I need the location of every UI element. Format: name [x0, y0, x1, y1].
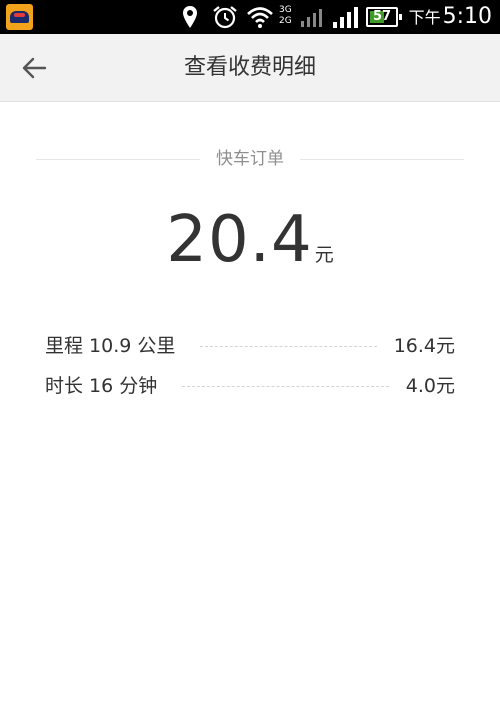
- header-bar: 查看收费明细: [0, 34, 500, 102]
- total-unit: 元: [314, 244, 334, 266]
- fee-amount: 16.4元: [393, 335, 455, 357]
- total-amount: 20.4: [166, 203, 313, 277]
- signal-icon: [333, 7, 358, 28]
- fee-row-distance: 里程 10.9 公里 16.4元: [45, 331, 455, 361]
- order-type-divider: 快车订单: [36, 148, 464, 170]
- fee-row-duration: 时长 16 分钟 4.0元: [45, 371, 455, 401]
- battery-icon: 57: [366, 7, 402, 27]
- total-price: 20.4 元: [0, 200, 500, 280]
- app-icon: [6, 4, 33, 30]
- page-title: 查看收费明细: [183, 55, 316, 80]
- alarm-icon: [213, 6, 237, 29]
- location-icon: [183, 6, 197, 28]
- wifi-icon: [247, 7, 273, 28]
- clock: 下午5:10: [408, 4, 492, 29]
- status-bar: 3G 2G 57 下午5:10: [0, 0, 500, 34]
- divider-line-right: [300, 159, 464, 160]
- fee-name: 时长 16 分钟: [45, 375, 158, 397]
- dual-signal-icon: [301, 9, 322, 27]
- fee-amount: 4.0元: [405, 375, 455, 397]
- dotted-leader: [200, 346, 377, 347]
- network-type: 3G 2G: [279, 5, 292, 26]
- fee-name: 里程 10.9 公里: [45, 335, 176, 357]
- dotted-leader: [182, 386, 389, 387]
- battery-level: 57: [372, 9, 392, 24]
